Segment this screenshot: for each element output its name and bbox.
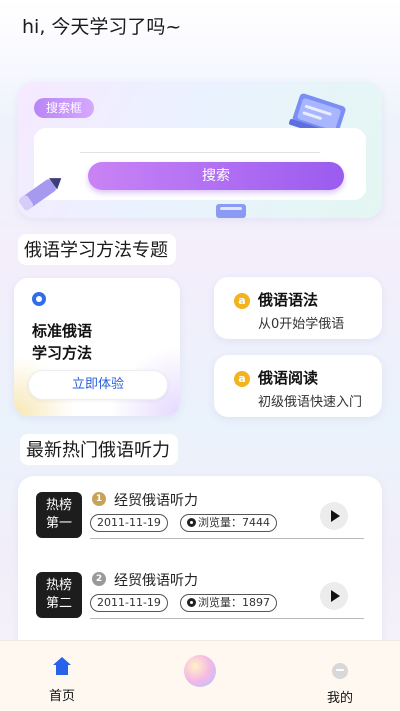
reading-title: 俄语阅读 — [258, 369, 319, 387]
divider — [90, 618, 364, 619]
views-pill: 浏览量：7444 — [180, 514, 277, 532]
greeting-text: hi, 今天学习了吗~ — [22, 16, 182, 38]
search-button[interactable]: 搜索 — [88, 162, 344, 190]
grammar-subtitle: 从0开始学俄语 — [258, 317, 345, 332]
try-now-button[interactable]: 立即体验 — [28, 370, 168, 400]
thumb-line1: 热榜 — [45, 578, 72, 593]
small-book-illustration — [216, 204, 246, 218]
center-orb-icon[interactable] — [184, 655, 216, 687]
views-label: 浏览量：7444 — [198, 516, 270, 529]
thumb-line2: 第一 — [45, 516, 72, 531]
featured-title-line1: 标准俄语 — [32, 322, 93, 340]
nav-home-label: 首页 — [48, 689, 75, 704]
featured-title-line2: 学习方法 — [32, 344, 93, 362]
search-card: 搜索框 搜索 — [18, 82, 382, 218]
thumb-line1: 热榜 — [45, 498, 72, 513]
medal-icon: 2 — [92, 572, 106, 586]
date-pill: 2011-11-19 — [90, 594, 168, 612]
pencil-illustration — [19, 178, 62, 211]
search-box[interactable]: 搜索 — [34, 128, 366, 200]
eye-icon — [187, 518, 196, 527]
play-icon[interactable] — [320, 502, 348, 530]
featured-title: 标准俄语 学习方法 — [32, 320, 92, 364]
methods-section-title: 俄语学习方法专题 — [18, 234, 176, 265]
grammar-card[interactable]: a 俄语语法 从0开始学俄语 — [214, 277, 382, 339]
a-badge-icon: a — [234, 293, 250, 309]
rank-thumbnail: 热榜 第一 — [36, 492, 82, 538]
item-title: 经贸俄语听力 — [114, 493, 198, 509]
date-pill: 2011-11-19 — [90, 514, 168, 532]
item-title: 经贸俄语听力 — [114, 573, 198, 589]
reading-subtitle: 初级俄语快速入门 — [258, 395, 363, 410]
list-item[interactable]: 热榜 第二 2 经贸俄语听力 2011-11-19 浏览量：1897 — [18, 572, 382, 642]
thumb-line2: 第二 — [45, 596, 72, 611]
home-icon — [53, 657, 71, 677]
search-input-line[interactable] — [80, 152, 320, 153]
a-badge-icon: a — [234, 371, 250, 387]
play-icon[interactable] — [320, 582, 348, 610]
bottom-nav: 首页 我的 — [0, 640, 400, 711]
nav-me-label: 我的 — [326, 691, 353, 706]
eye-icon — [32, 292, 46, 306]
reading-card[interactable]: a 俄语阅读 初级俄语快速入门 — [214, 355, 382, 417]
rank-thumbnail: 热榜 第二 — [36, 572, 82, 618]
views-label: 浏览量：1897 — [198, 596, 270, 609]
views-pill: 浏览量：1897 — [180, 594, 277, 612]
search-tag: 搜索框 — [34, 98, 95, 118]
medal-icon: 1 — [92, 492, 106, 506]
listening-section-title: 最新热门俄语听力 — [20, 434, 178, 465]
grammar-title: 俄语语法 — [258, 291, 319, 309]
list-item[interactable]: 热榜 第一 1 经贸俄语听力 2011-11-19 浏览量：7444 — [18, 492, 382, 562]
eye-icon — [187, 598, 196, 607]
nav-me[interactable]: 我的 — [318, 663, 362, 706]
featured-method-card[interactable]: 标准俄语 学习方法 立即体验 — [14, 278, 180, 416]
divider — [90, 538, 364, 539]
user-icon — [332, 663, 348, 679]
nav-home[interactable]: 首页 — [40, 657, 84, 704]
